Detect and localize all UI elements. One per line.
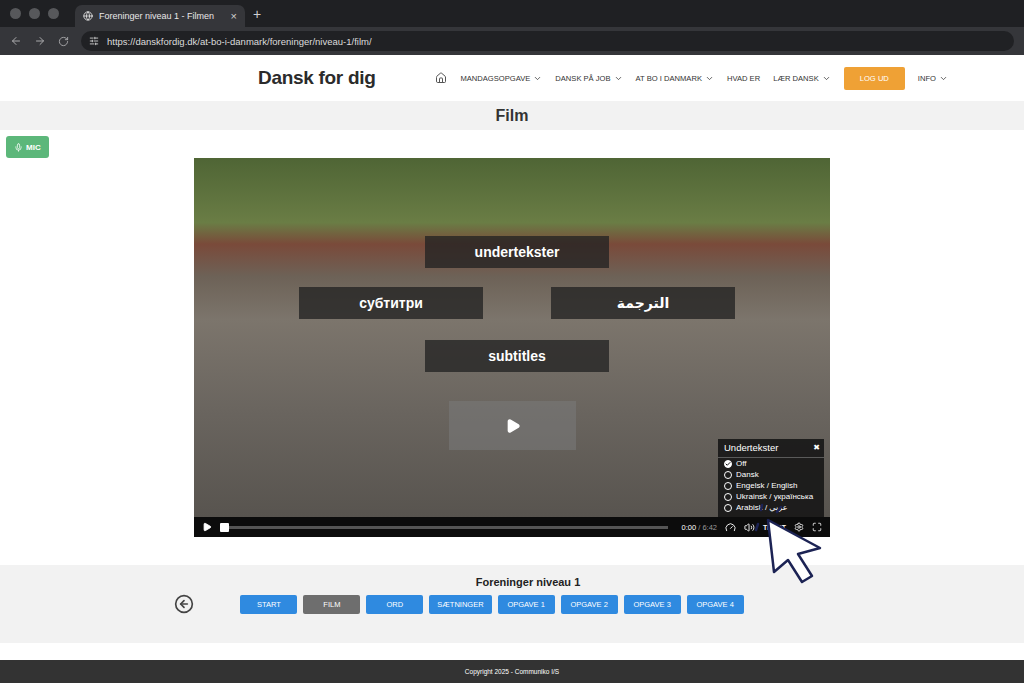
subtitle-option[interactable]: Off [718,458,824,469]
fullscreen-icon[interactable] [812,522,822,532]
radio-button[interactable] [724,460,732,468]
radio-button[interactable] [724,493,732,501]
close-light[interactable] [10,8,21,19]
reload-icon[interactable] [58,36,69,47]
chevron-down-icon [822,74,831,83]
subtitle-option[interactable]: Arabisk / عربي [718,502,824,513]
caption-badge: subtitles [425,340,609,372]
control-bar: 0:00 / 6:42TEKST [194,517,830,537]
globe-icon [83,11,93,21]
subtitles-menu-title: Undertekster [724,442,778,453]
caption-badge: الترجمة [551,287,735,319]
nav-item[interactable]: LÆR DANSK [773,74,831,83]
caption-badge: undertekster [425,236,609,268]
page: Foreninger niveau 1 - Filmen × + https://da… [0,0,1024,683]
minimize-light[interactable] [29,8,40,19]
new-tab-button[interactable]: + [253,6,261,22]
main: MIC undertekster субтитри الترجمة subtitles 0… [0,130,1024,565]
chevron-down-icon [533,74,542,83]
tab-close[interactable]: × [231,10,237,22]
subtitle-option[interactable]: Ukrainsk / українська [718,491,824,502]
browser-tab[interactable]: Foreninger niveau 1 - Filmen × [75,5,245,27]
footer: Copyright 2025 - Communiko I/S [0,660,1024,683]
chevron-down-icon [614,74,623,83]
lesson-buttons: START FILM ORD SÆTNINGER OPGAVE 1 OPGAVE 2 OPG… [240,595,743,614]
lesson-button[interactable]: OPGAVE 4 [687,595,744,614]
subtitles-menu: Undertekster ✖ OffDanskEngelsk / EnglishUk… [718,439,824,517]
nav-item[interactable]: HVAD ER [727,74,760,83]
tab-title: Foreninger niveau 1 - Filmen [99,11,225,21]
page-title: Film [0,101,1024,130]
browser-toolbar: https://danskfordig.dk/at-bo-i-danmark/f… [0,27,1024,55]
nav-item[interactable]: DANSK PÅ JOB [555,74,622,83]
mic-button[interactable]: MIC [6,136,49,158]
window-controls [10,8,59,19]
volume-icon[interactable] [744,522,755,533]
home-icon[interactable] [435,72,447,84]
progress-track[interactable] [220,526,668,529]
spacer [0,643,1024,660]
lesson-title: Foreninger niveau 1 [476,576,581,588]
nav-item[interactable]: AT BO I DANMARK [636,74,714,83]
back-arrow-icon[interactable] [174,594,194,614]
lesson-button[interactable]: OPGAVE 2 [561,595,618,614]
chevron-down-icon [939,74,948,83]
zoom-light[interactable] [48,8,59,19]
main-nav: MANDAGSOPGAVE DANSK PÅ JOB AT BO I DANMARK… [435,67,948,90]
nav-item[interactable]: MANDAGSOPGAVE [460,74,542,83]
lesson-button[interactable]: START [240,595,297,614]
subtitle-option[interactable]: Dansk [718,469,824,480]
radio-button[interactable] [724,482,732,490]
video-player[interactable]: undertekster субтитри الترجمة subtitles 0:00… [194,158,830,537]
check-icon [725,461,731,467]
progress-knob[interactable] [220,523,229,532]
address-bar[interactable]: https://danskfordig.dk/at-bo-i-danmark/f… [81,31,1014,51]
url: https://danskfordig.dk/at-bo-i-danmark/f… [107,36,372,47]
back-icon[interactable] [10,35,22,47]
big-play-button[interactable] [449,401,576,450]
tab-bar: Foreninger niveau 1 - Filmen × + [0,0,1024,27]
lesson-button[interactable]: ORD [366,595,423,614]
settings-icon[interactable] [794,522,804,532]
cursor-icon [756,510,826,590]
radio-button[interactable] [724,504,732,512]
site-settings-icon[interactable] [89,36,99,46]
radio-button[interactable] [724,471,732,479]
logout-button[interactable]: LOG UD [844,67,905,90]
play-icon[interactable] [202,522,212,532]
play-icon [505,418,521,434]
subtitle-option[interactable]: Engelsk / English [718,480,824,491]
forward-icon[interactable] [34,35,46,47]
time-display: 0:00 / 6:42 [682,523,718,532]
logo[interactable]: Dansk for dig [258,67,376,89]
lesson-button[interactable]: OPGAVE 1 [498,595,555,614]
chevron-down-icon [705,74,714,83]
lesson-button[interactable]: SÆTNINGER [429,595,491,614]
caption-badge: субтитри [299,287,483,319]
lesson-button[interactable]: OPGAVE 3 [624,595,681,614]
subtitles-menu-header: Undertekster ✖ [718,442,824,458]
speed-icon[interactable] [725,522,736,533]
lesson-nav: Foreninger niveau 1 START FILM ORD SÆTNINGER… [0,565,1024,643]
site-header: Dansk for dig MANDAGSOPGAVE DANSK PÅ JOB AT… [0,55,1024,101]
nav-item[interactable]: INFO [918,74,948,83]
lesson-button[interactable]: FILM [303,595,360,614]
microphone-icon [14,143,23,152]
subtitles-menu-close[interactable]: ✖ [813,443,820,452]
